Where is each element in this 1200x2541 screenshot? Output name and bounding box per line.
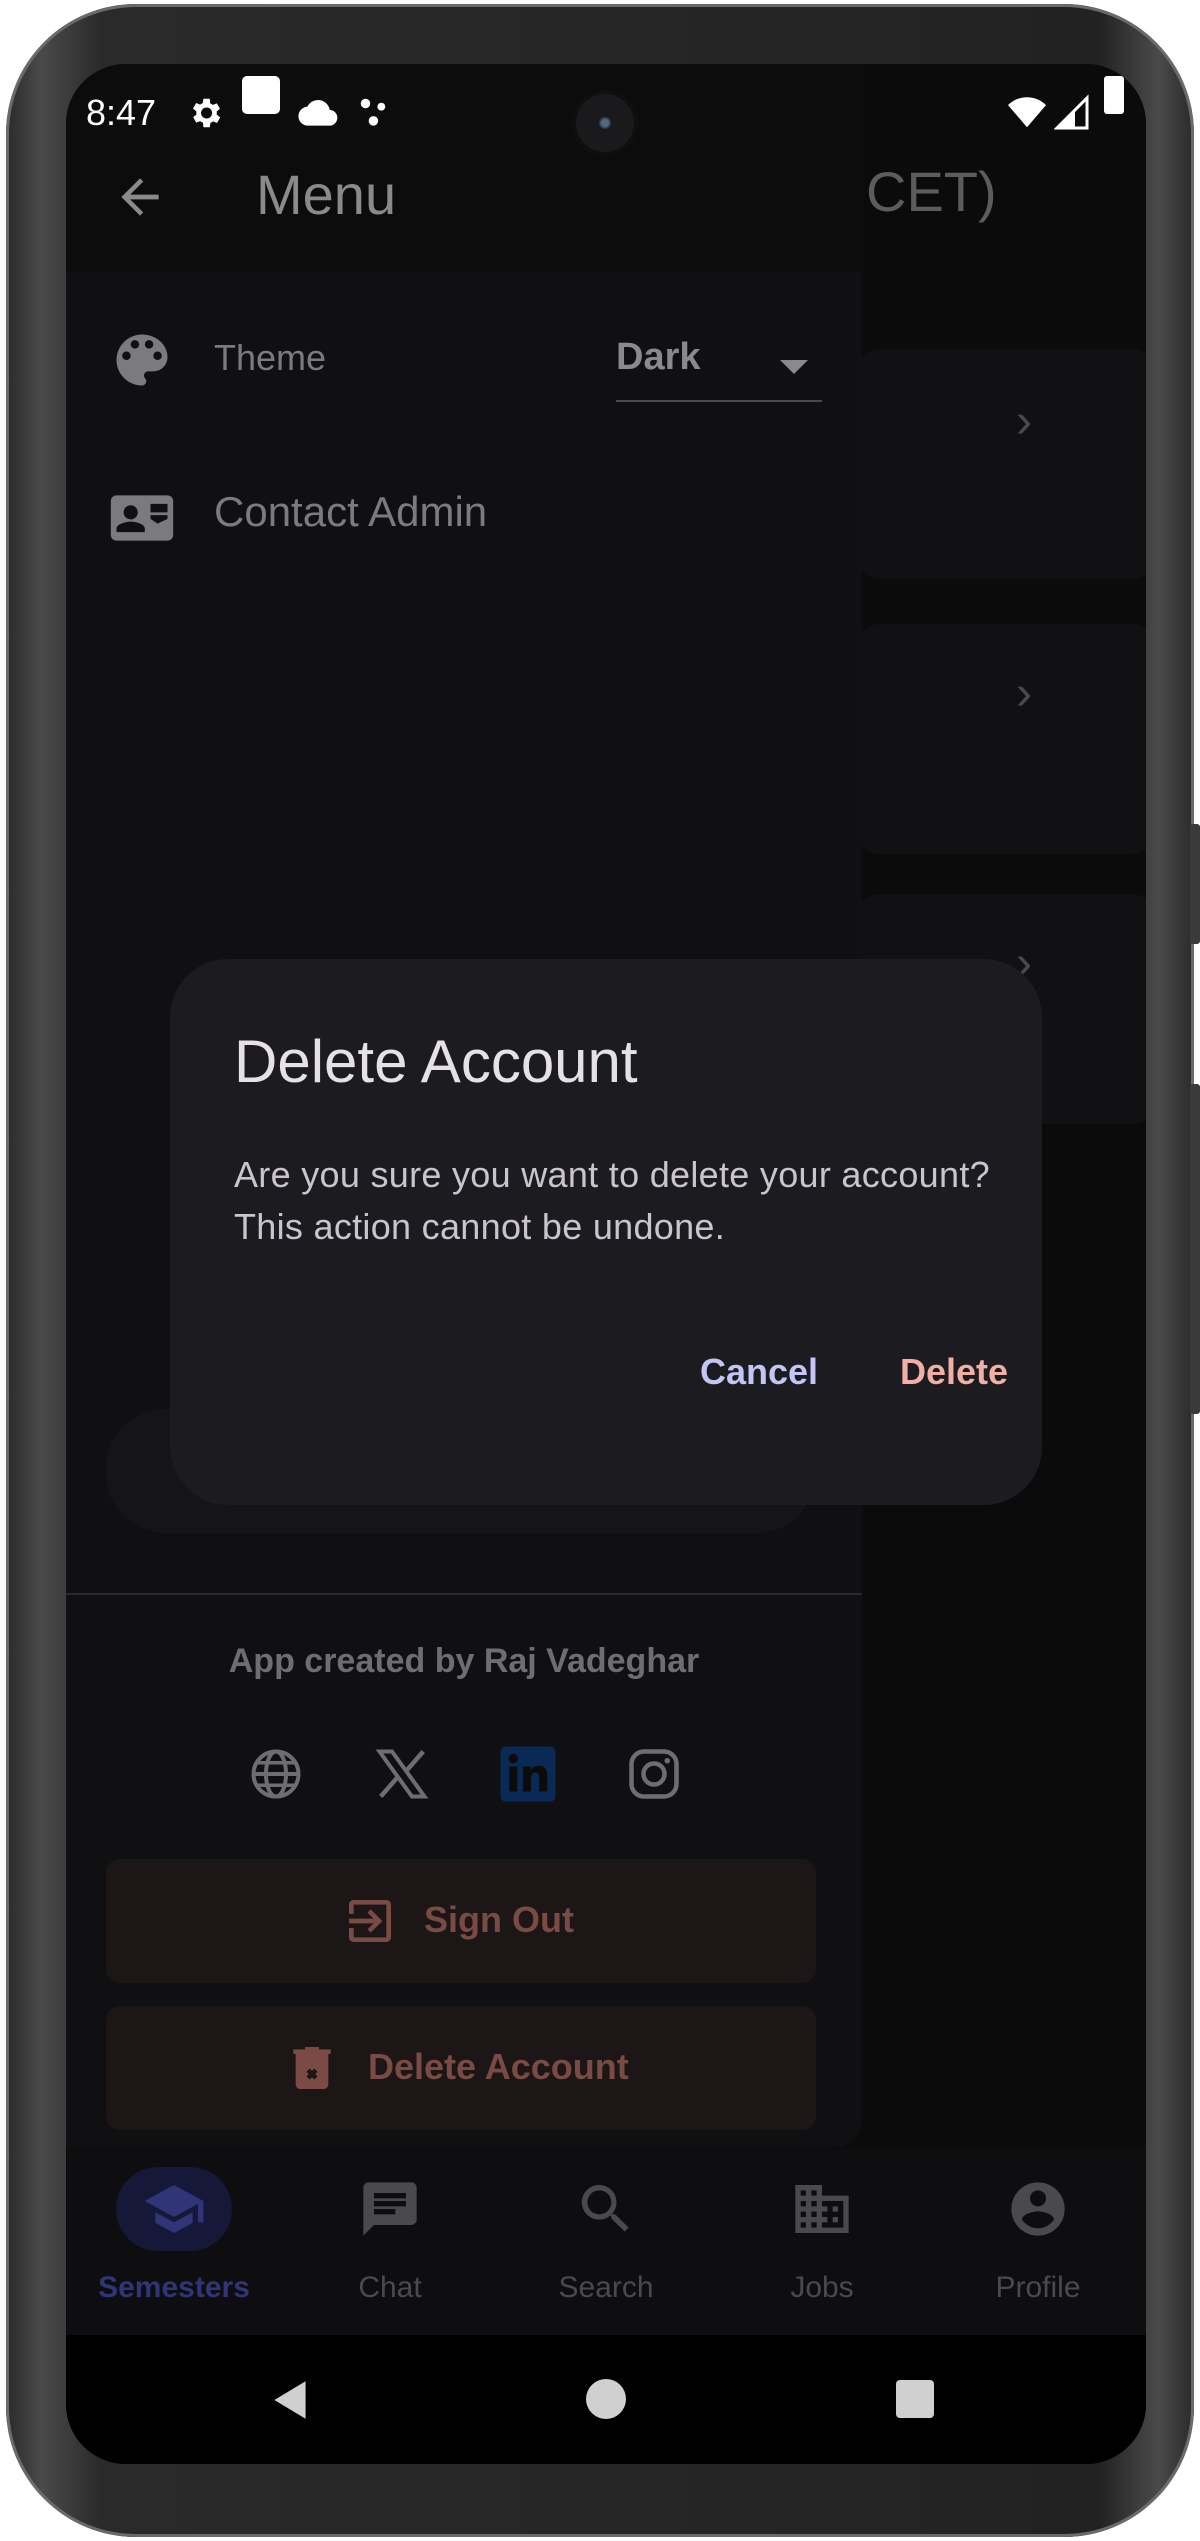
wifi-icon xyxy=(1008,97,1046,128)
phone-frame: CET) › › › Menu Theme Dark Contact Admin… xyxy=(6,4,1200,2537)
dialog-message: Are you sure you want to delete your acc… xyxy=(234,1154,990,1247)
dots-icon xyxy=(360,98,386,126)
cloud-icon xyxy=(298,100,338,126)
gear-icon xyxy=(192,98,221,128)
signal-icon xyxy=(1054,94,1089,130)
square-notification-icon xyxy=(242,76,280,114)
dialog-title: Delete Account xyxy=(234,1028,638,1095)
delete-account-dialog: Delete Account Are you sure you want to … xyxy=(170,959,1042,1505)
status-bar: 8:47 xyxy=(66,64,1146,154)
delete-button[interactable]: Delete xyxy=(900,1351,1008,1393)
volume-button xyxy=(1190,824,1200,944)
cancel-button[interactable]: Cancel xyxy=(700,1351,818,1393)
screen: CET) › › › Menu Theme Dark Contact Admin… xyxy=(66,64,1146,2464)
status-time: 8:47 xyxy=(86,92,157,133)
power-button xyxy=(1190,1084,1200,1414)
battery-icon xyxy=(1104,76,1124,114)
